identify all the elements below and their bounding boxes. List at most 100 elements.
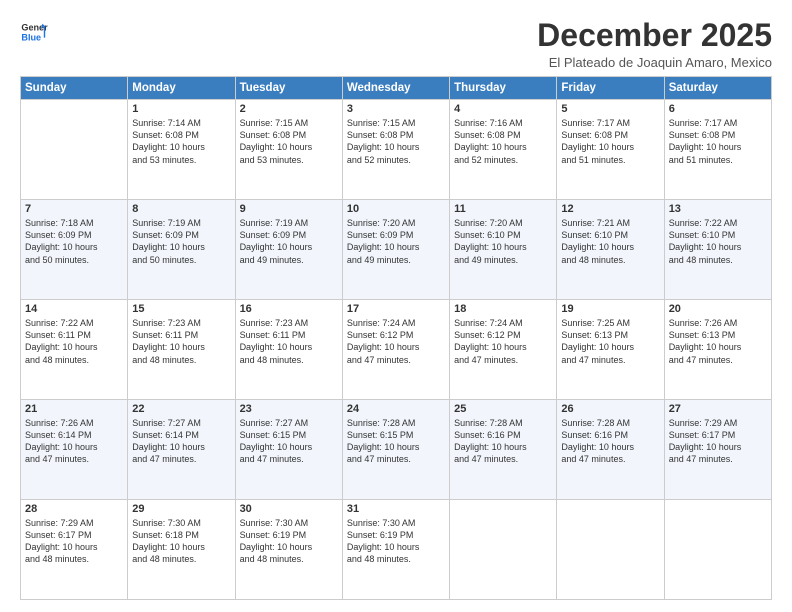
- day-number: 15: [132, 303, 230, 315]
- logo: General Blue: [20, 18, 48, 46]
- day-info: Sunrise: 7:28 AM Sunset: 6:16 PM Dayligh…: [454, 417, 552, 466]
- day-number: 6: [669, 103, 767, 115]
- day-number: 16: [240, 303, 338, 315]
- table-row: 11Sunrise: 7:20 AM Sunset: 6:10 PM Dayli…: [450, 200, 557, 300]
- table-row: 26 Sunrise: 7:28 AM Sunset: 6:16 PM Dayli…: [557, 400, 664, 500]
- header: General Blue December 2025 El Plateado d…: [20, 18, 772, 70]
- day-number: 9: [240, 203, 338, 215]
- day-info: Sunrise: 7:18 AM Sunset: 6:09 PM Dayligh…: [25, 217, 123, 266]
- day-number: 30: [240, 503, 338, 515]
- table-row: 19 Sunrise: 7:25 AM Sunset: 6:13 PM Dayli…: [557, 300, 664, 400]
- table-row: 2 Sunrise: 7:15 AM Sunset: 6:08 PM Daylig…: [235, 100, 342, 200]
- day-number: 20: [669, 303, 767, 315]
- day-info: Sunrise: 7:27 AM Sunset: 6:14 PM Dayligh…: [132, 417, 230, 466]
- week-row-3: 14Sunrise: 7:22 AM Sunset: 6:11 PM Dayli…: [21, 300, 772, 400]
- table-row: 30 Sunrise: 7:30 AM Sunset: 6:19 PM Dayli…: [235, 500, 342, 600]
- calendar-page: General Blue December 2025 El Plateado d…: [0, 0, 792, 612]
- table-row: 9 Sunrise: 7:19 AM Sunset: 6:09 PM Daylig…: [235, 200, 342, 300]
- day-info: Sunrise: 7:15 AM Sunset: 6:08 PM Dayligh…: [240, 117, 338, 166]
- day-info: Sunrise: 7:30 AM Sunset: 6:18 PM Dayligh…: [132, 517, 230, 566]
- table-row: 21 Sunrise: 7:26 AM Sunset: 6:14 PM Dayli…: [21, 400, 128, 500]
- day-number: 26: [561, 403, 659, 415]
- day-number: 31: [347, 503, 445, 515]
- table-row: 6 Sunrise: 7:17 AM Sunset: 6:08 PM Daylig…: [664, 100, 771, 200]
- day-info: Sunrise: 7:17 AM Sunset: 6:08 PM Dayligh…: [669, 117, 767, 166]
- header-row: Sunday Monday Tuesday Wednesday Thursday…: [21, 77, 772, 100]
- col-wednesday: Wednesday: [342, 77, 449, 100]
- day-info: Sunrise: 7:26 AM Sunset: 6:14 PM Dayligh…: [25, 417, 123, 466]
- day-number: 3: [347, 103, 445, 115]
- table-row: 20Sunrise: 7:26 AM Sunset: 6:13 PM Dayli…: [664, 300, 771, 400]
- day-number: 27: [669, 403, 767, 415]
- day-number: 22: [132, 403, 230, 415]
- day-number: 29: [132, 503, 230, 515]
- table-row: 4Sunrise: 7:16 AM Sunset: 6:08 PM Daylig…: [450, 100, 557, 200]
- day-info: Sunrise: 7:15 AM Sunset: 6:08 PM Dayligh…: [347, 117, 445, 166]
- day-info: Sunrise: 7:27 AM Sunset: 6:15 PM Dayligh…: [240, 417, 338, 466]
- table-row: 17 Sunrise: 7:24 AM Sunset: 6:12 PM Dayli…: [342, 300, 449, 400]
- table-row: 12 Sunrise: 7:21 AM Sunset: 6:10 PM Dayli…: [557, 200, 664, 300]
- day-number: 17: [347, 303, 445, 315]
- month-title: December 2025: [537, 18, 772, 53]
- table-row: 5 Sunrise: 7:17 AM Sunset: 6:08 PM Daylig…: [557, 100, 664, 200]
- day-number: 13: [669, 203, 767, 215]
- day-info: Sunrise: 7:30 AM Sunset: 6:19 PM Dayligh…: [347, 517, 445, 566]
- day-info: Sunrise: 7:30 AM Sunset: 6:19 PM Dayligh…: [240, 517, 338, 566]
- day-info: Sunrise: 7:28 AM Sunset: 6:16 PM Dayligh…: [561, 417, 659, 466]
- table-row: 18 Sunrise: 7:24 AM Sunset: 6:12 PM Dayli…: [450, 300, 557, 400]
- day-number: 12: [561, 203, 659, 215]
- day-number: 25: [454, 403, 552, 415]
- day-number: 19: [561, 303, 659, 315]
- col-monday: Monday: [128, 77, 235, 100]
- table-row: 8Sunrise: 7:19 AM Sunset: 6:09 PM Daylig…: [128, 200, 235, 300]
- day-number: 7: [25, 203, 123, 215]
- day-info: Sunrise: 7:29 AM Sunset: 6:17 PM Dayligh…: [25, 517, 123, 566]
- col-sunday: Sunday: [21, 77, 128, 100]
- table-row: 28 Sunrise: 7:29 AM Sunset: 6:17 PM Dayli…: [21, 500, 128, 600]
- day-info: Sunrise: 7:24 AM Sunset: 6:12 PM Dayligh…: [347, 317, 445, 366]
- table-row: 10Sunrise: 7:20 AM Sunset: 6:09 PM Dayli…: [342, 200, 449, 300]
- table-row: 31 Sunrise: 7:30 AM Sunset: 6:19 PM Dayli…: [342, 500, 449, 600]
- table-row: 16 Sunrise: 7:23 AM Sunset: 6:11 PM Dayli…: [235, 300, 342, 400]
- day-number: 23: [240, 403, 338, 415]
- week-row-5: 28 Sunrise: 7:29 AM Sunset: 6:17 PM Dayli…: [21, 500, 772, 600]
- day-number: 4: [454, 103, 552, 115]
- day-info: Sunrise: 7:17 AM Sunset: 6:08 PM Dayligh…: [561, 117, 659, 166]
- day-info: Sunrise: 7:25 AM Sunset: 6:13 PM Dayligh…: [561, 317, 659, 366]
- day-number: 5: [561, 103, 659, 115]
- col-saturday: Saturday: [664, 77, 771, 100]
- col-thursday: Thursday: [450, 77, 557, 100]
- location-subtitle: El Plateado de Joaquin Amaro, Mexico: [537, 55, 772, 70]
- day-info: Sunrise: 7:19 AM Sunset: 6:09 PM Dayligh…: [240, 217, 338, 266]
- week-row-2: 7 Sunrise: 7:18 AM Sunset: 6:09 PM Daylig…: [21, 200, 772, 300]
- day-number: 10: [347, 203, 445, 215]
- table-row: [450, 500, 557, 600]
- day-info: Sunrise: 7:20 AM Sunset: 6:10 PM Dayligh…: [454, 217, 552, 266]
- day-info: Sunrise: 7:23 AM Sunset: 6:11 PM Dayligh…: [240, 317, 338, 366]
- logo-icon: General Blue: [20, 18, 48, 46]
- table-row: 25 Sunrise: 7:28 AM Sunset: 6:16 PM Dayli…: [450, 400, 557, 500]
- day-info: Sunrise: 7:28 AM Sunset: 6:15 PM Dayligh…: [347, 417, 445, 466]
- day-info: Sunrise: 7:29 AM Sunset: 6:17 PM Dayligh…: [669, 417, 767, 466]
- day-number: 24: [347, 403, 445, 415]
- table-row: 13Sunrise: 7:22 AM Sunset: 6:10 PM Dayli…: [664, 200, 771, 300]
- day-info: Sunrise: 7:21 AM Sunset: 6:10 PM Dayligh…: [561, 217, 659, 266]
- table-row: [21, 100, 128, 200]
- col-tuesday: Tuesday: [235, 77, 342, 100]
- table-row: 24 Sunrise: 7:28 AM Sunset: 6:15 PM Dayli…: [342, 400, 449, 500]
- day-info: Sunrise: 7:14 AM Sunset: 6:08 PM Dayligh…: [132, 117, 230, 166]
- day-number: 2: [240, 103, 338, 115]
- table-row: 29 Sunrise: 7:30 AM Sunset: 6:18 PM Dayli…: [128, 500, 235, 600]
- day-number: 18: [454, 303, 552, 315]
- day-number: 8: [132, 203, 230, 215]
- day-number: 21: [25, 403, 123, 415]
- col-friday: Friday: [557, 77, 664, 100]
- table-row: [557, 500, 664, 600]
- table-row: 14Sunrise: 7:22 AM Sunset: 6:11 PM Dayli…: [21, 300, 128, 400]
- table-row: 27 Sunrise: 7:29 AM Sunset: 6:17 PM Dayli…: [664, 400, 771, 500]
- table-row: 15Sunrise: 7:23 AM Sunset: 6:11 PM Dayli…: [128, 300, 235, 400]
- day-number: 28: [25, 503, 123, 515]
- day-info: Sunrise: 7:22 AM Sunset: 6:11 PM Dayligh…: [25, 317, 123, 366]
- week-row-1: 1Sunrise: 7:14 AM Sunset: 6:08 PM Daylig…: [21, 100, 772, 200]
- day-info: Sunrise: 7:24 AM Sunset: 6:12 PM Dayligh…: [454, 317, 552, 366]
